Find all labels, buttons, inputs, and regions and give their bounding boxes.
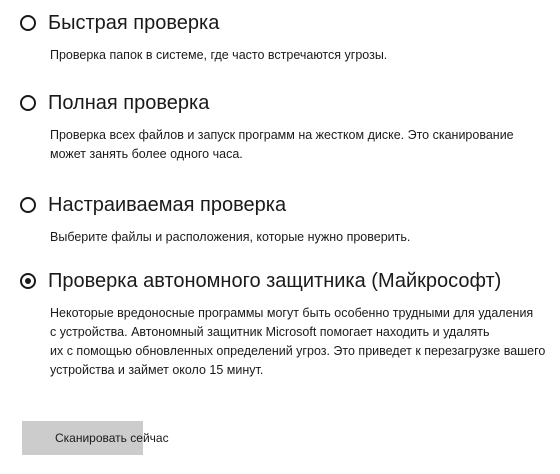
- scan-option-offline: Проверка автономного защитника (Майкросо…: [20, 268, 550, 380]
- offline-scan-title[interactable]: Проверка автономного защитника (Майкросо…: [48, 268, 501, 294]
- full-scan-description-line: может занять более одного часа.: [50, 147, 243, 161]
- custom-scan-description-line: Выберите файлы и расположения, которые н…: [50, 230, 411, 244]
- quick-scan-title[interactable]: Быстрая проверка: [48, 10, 219, 36]
- quick-scan-description: Проверка папок в системе, где часто встр…: [50, 46, 550, 65]
- offline-scan-radio-row[interactable]: Проверка автономного защитника (Майкросо…: [20, 268, 550, 294]
- offline-scan-description-line: с устройства. Автономный защитник Micros…: [50, 325, 490, 339]
- full-scan-radio[interactable]: [20, 95, 36, 111]
- custom-scan-title[interactable]: Настраиваемая проверка: [48, 192, 286, 218]
- scan-now-button[interactable]: Сканировать сейчас: [22, 421, 169, 455]
- full-scan-description-line: Проверка всех файлов и запуск программ н…: [50, 128, 514, 142]
- custom-scan-radio-row[interactable]: Настраиваемая проверка: [20, 192, 550, 218]
- offline-scan-description-line: их с помощью обновленных определений угр…: [50, 344, 546, 358]
- offline-scan-description: Некоторые вредоносные программы могут бы…: [50, 304, 550, 380]
- scan-option-quick: Быстрая проверка Проверка папок в систем…: [20, 10, 550, 65]
- full-scan-description: Проверка всех файлов и запуск программ н…: [50, 126, 550, 164]
- full-scan-title[interactable]: Полная проверка: [48, 90, 209, 116]
- scan-option-custom: Настраиваемая проверка Выберите файлы и …: [20, 192, 550, 247]
- offline-scan-description-line: устройства и займет около 15 минут.: [50, 363, 264, 377]
- offline-scan-radio[interactable]: [20, 273, 36, 289]
- custom-scan-description: Выберите файлы и расположения, которые н…: [50, 228, 550, 247]
- scan-now-button-label: Сканировать сейчас: [55, 431, 169, 445]
- quick-scan-radio-row[interactable]: Быстрая проверка: [20, 10, 550, 36]
- quick-scan-description-line: Проверка папок в системе, где часто встр…: [50, 48, 388, 62]
- scan-option-full: Полная проверка Проверка всех файлов и з…: [20, 90, 550, 164]
- full-scan-radio-row[interactable]: Полная проверка: [20, 90, 550, 116]
- custom-scan-radio[interactable]: [20, 197, 36, 213]
- offline-scan-description-line: Некоторые вредоносные программы могут бы…: [50, 306, 534, 320]
- quick-scan-radio[interactable]: [20, 15, 36, 31]
